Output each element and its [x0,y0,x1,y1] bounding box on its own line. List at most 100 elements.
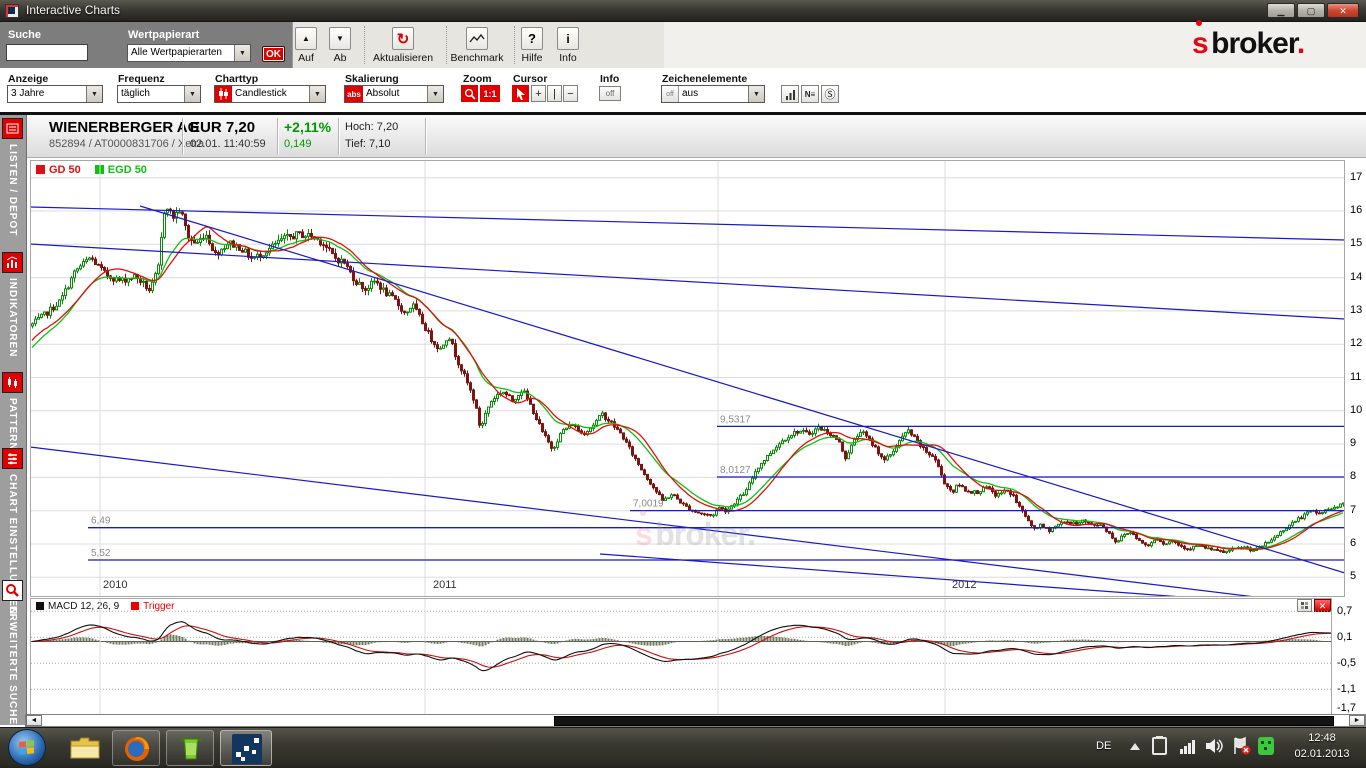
tray-messenger-icon[interactable] [1258,737,1274,755]
tray-clipboard-icon[interactable] [1152,737,1167,755]
down-arrow-button-icon[interactable]: ▼ [329,27,351,50]
svg-text:7,0019: 7,0019 [633,499,664,510]
nav-button-label-aktualisieren[interactable]: Aktualisieren [363,52,443,64]
tray-action-center-icon[interactable] [1232,737,1252,760]
svg-text:2012: 2012 [952,579,976,591]
svg-text:8,0127: 8,0127 [720,465,751,476]
search-section: Suche Wertpapierart Alle Wertpapierarten… [0,22,292,68]
charttyp-select[interactable]: Candlestick ▼ [214,85,326,103]
anzeige-value: 3 Jahre [8,86,86,102]
horizontal-scrollbar[interactable]: ◄ ► [25,714,1366,727]
frequenz-value: täglich [118,86,184,102]
zeichenelemente-select[interactable]: off aus ▼ [661,85,765,103]
taskbar-green-app-button[interactable] [166,730,214,766]
question-button-icon[interactable]: ? [521,27,543,50]
scroll-left-button[interactable]: ◄ [26,715,42,726]
sidebar-item-erweiterte-suche[interactable]: ERWEITERTE SUCHE [0,580,27,725]
minimize-button[interactable]: ▁ [1267,3,1295,18]
taskbar-explorer-button[interactable] [64,730,106,766]
zoom-magnifier-button[interactable] [461,85,478,102]
taskbar-charts-app-button[interactable] [220,730,272,766]
zeichenelemente-label: Zeichenelemente [662,73,747,85]
frequenz-select[interactable]: täglich ▼ [117,85,201,103]
scrollbar-thumb[interactable] [554,716,1334,726]
price-tick-17: 17 [1350,171,1366,183]
scroll-right-button[interactable]: ► [1349,715,1365,726]
anzeige-select[interactable]: 3 Jahre ▼ [7,85,103,103]
window-title: Interactive Charts [26,3,120,17]
taskbar: DE 12:48 02.01.2013 [0,727,1366,768]
tray-volume-icon[interactable] [1206,738,1224,759]
chevron-down-icon[interactable]: ▼ [234,45,250,61]
price-tick-15: 15 [1350,237,1366,249]
sidebar-item-patterns[interactable]: PATTERNS [0,372,27,458]
chevron-down-icon[interactable]: ▼ [86,86,102,102]
cursor-mode-1[interactable]: | [547,85,562,102]
info-toggle-button[interactable]: off [599,86,621,101]
svg-text:2010: 2010 [103,579,127,591]
macd-tick-0: 0,7 [1337,605,1361,617]
sidebar-item-label: INDIKATOREN [7,278,18,358]
abs-icon: abs [345,86,363,102]
skalierung-label: Skalierung [345,73,399,85]
instrument-name: WIENERBERGER AG [49,119,199,136]
watermark: s broker. [635,516,755,553]
off-badge: off [662,86,679,102]
cursor-mode-2[interactable]: − [563,85,578,102]
chevron-down-icon[interactable]: ▼ [748,86,764,102]
price-tick-12: 12 [1350,337,1366,349]
svg-text:5,52: 5,52 [91,548,111,559]
chevron-down-icon[interactable]: ▼ [184,86,200,102]
frequenz-label: Frequenz [118,73,165,85]
price-tick-7: 7 [1350,504,1366,516]
left-sidebar: LISTEN / DEPOTINDIKATORENPATTERNSCHART E… [0,115,27,725]
info-button-icon[interactable]: i [557,27,579,50]
app-icon [5,4,19,18]
refresh-button-icon[interactable]: ↻ [392,27,414,50]
separator [425,118,427,155]
tray-clock-date[interactable]: 02.01.2013 [1284,748,1360,760]
macd-tick-3: -1,1 [1337,683,1361,695]
tray-network-icon[interactable] [1180,738,1198,759]
main-toolbar: Suche Wertpapierart Alle Wertpapierarten… [0,22,1366,68]
skalierung-select[interactable]: abs Absolut ▼ [344,85,444,103]
logo-s-icon: s [1192,27,1208,60]
broker-logo: s broker. [1192,27,1362,63]
up-arrow-button-icon[interactable]: ▲ [295,27,317,50]
charttyp-label: Charttyp [215,73,258,85]
cursor-arrow-button[interactable] [512,85,529,102]
sidebar-item-listen-depot[interactable]: LISTEN / DEPOT [0,118,27,236]
start-button[interactable] [8,729,46,766]
tray-expand-icon[interactable] [1130,743,1140,750]
change-percent: +2,11% [284,119,331,135]
news-button[interactable]: N≡ [801,85,819,103]
separator [277,118,279,155]
signal-button[interactable]: Ⓢ [821,85,839,103]
svg-text:6,49: 6,49 [91,516,111,527]
wertpapierart-value: Alle Wertpapierarten [128,45,234,61]
svg-text:2011: 2011 [433,579,457,591]
chart-area: GD 50EGD 50 9,53178,01277,00196,495,5220… [27,158,1366,714]
title-bar: Interactive Charts ▁ ▢ ✕ [0,0,1366,22]
zoom-ratio-button[interactable]: 1:1 [480,85,500,102]
sidebar-item-indikatoren[interactable]: INDIKATOREN [0,252,27,358]
nav-button-label-info[interactable]: Info [528,52,608,64]
chevron-down-icon[interactable]: ▼ [427,86,443,102]
search-input[interactable] [6,44,88,61]
close-button[interactable]: ✕ [1327,3,1359,18]
chevron-down-icon[interactable]: ▼ [309,86,325,102]
settings-list-icon [2,448,23,469]
macd-chart-canvas[interactable] [30,598,1332,715]
cursor-mode-0[interactable]: + [531,85,546,102]
indicator-chart-icon [2,252,23,273]
volume-chart-button[interactable] [781,85,799,103]
taskbar-firefox-button[interactable] [112,730,160,766]
maximize-button[interactable]: ▢ [1297,3,1325,18]
wertpapierart-select[interactable]: Alle Wertpapierarten ▼ [127,44,251,62]
quote-bar: WIENERBERGER AG 852894 / AT0000831706 / … [27,115,1366,158]
tray-clock-time[interactable]: 12:48 [1284,732,1360,744]
benchmark-line-button-icon[interactable] [466,27,488,50]
skalierung-value: Absolut [363,86,427,102]
tray-language[interactable]: DE [1096,740,1111,752]
price-tick-11: 11 [1350,371,1366,383]
